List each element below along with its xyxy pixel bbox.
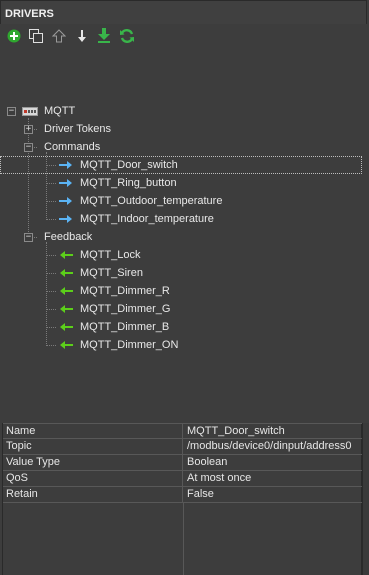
- tree-node-feedback[interactable]: Feedback: [44, 228, 92, 246]
- download-icon[interactable]: [95, 27, 113, 45]
- expand-toggle[interactable]: +: [24, 125, 33, 134]
- properties-grid: Name MQTT_Door_switch Topic /modbus/devi…: [2, 423, 363, 575]
- tree-node-command[interactable]: MQTT_Outdoor_temperature: [80, 192, 222, 210]
- feedback-arrow-icon: [60, 323, 73, 331]
- collapse-toggle[interactable]: −: [24, 233, 33, 242]
- tree-connector: [46, 327, 56, 328]
- tree-connector: [46, 201, 56, 202]
- tree-node-driver-tokens[interactable]: Driver Tokens: [44, 120, 111, 138]
- tree-node-feedback-item[interactable]: MQTT_Dimmer_G: [80, 300, 170, 318]
- move-down-icon[interactable]: [73, 27, 91, 45]
- move-up-icon[interactable]: [50, 27, 68, 45]
- property-row[interactable]: QoS At most once: [3, 471, 363, 487]
- tree-connector: [46, 242, 47, 346]
- property-row[interactable]: Name MQTT_Door_switch: [3, 423, 363, 439]
- property-row[interactable]: Retain False: [3, 487, 363, 503]
- command-arrow-icon: [59, 215, 72, 223]
- property-value[interactable]: Boolean: [185, 455, 365, 470]
- tree-connector: [46, 219, 56, 220]
- feedback-arrow-icon: [60, 251, 73, 259]
- property-row[interactable]: Topic /modbus/device0/dinput/address0: [3, 439, 363, 455]
- property-name: Value Type: [3, 455, 183, 470]
- tree-connector: [46, 309, 56, 310]
- panel-title: DRIVERS: [0, 0, 367, 24]
- property-row[interactable]: Value Type Boolean: [3, 455, 363, 471]
- property-value[interactable]: False: [185, 487, 365, 502]
- property-name: Name: [3, 424, 183, 439]
- tree-node-feedback-item[interactable]: MQTT_Dimmer_R: [80, 282, 170, 300]
- property-value[interactable]: MQTT_Door_switch: [185, 424, 365, 439]
- feedback-arrow-icon: [60, 305, 73, 313]
- tree-node-command[interactable]: MQTT_Ring_button: [80, 174, 177, 192]
- tree-node-mqtt[interactable]: MQTT: [44, 102, 75, 120]
- add-icon[interactable]: [5, 27, 23, 45]
- collapse-toggle[interactable]: −: [7, 107, 16, 116]
- tree-node-command[interactable]: MQTT_Door_switch: [80, 156, 178, 174]
- tree-node-feedback-item[interactable]: MQTT_Dimmer_ON: [80, 336, 178, 354]
- tree-connector: [46, 273, 56, 274]
- feedback-arrow-icon: [60, 341, 73, 349]
- copy-icon[interactable]: [27, 27, 45, 45]
- refresh-icon[interactable]: [118, 27, 136, 45]
- property-name: Topic: [3, 439, 183, 454]
- command-arrow-icon: [59, 197, 72, 205]
- tree-node-command[interactable]: MQTT_Indoor_temperature: [80, 210, 214, 228]
- tree-connector: [46, 255, 56, 256]
- driver-tree: − MQTT + Driver Tokens − Commands MQTT_D…: [0, 48, 369, 422]
- tree-connector: [46, 183, 56, 184]
- property-value[interactable]: At most once: [185, 471, 365, 486]
- property-value[interactable]: /modbus/device0/dinput/address0: [185, 439, 365, 454]
- command-arrow-icon: [59, 161, 72, 169]
- device-icon: [22, 107, 38, 116]
- tree-node-commands[interactable]: Commands: [44, 138, 100, 156]
- command-arrow-icon: [59, 179, 72, 187]
- property-name: QoS: [3, 471, 183, 486]
- selection-outline: [0, 156, 362, 174]
- tree-connector: [28, 118, 29, 240]
- collapse-toggle[interactable]: −: [24, 143, 33, 152]
- feedback-arrow-icon: [60, 287, 73, 295]
- tree-connector: [46, 291, 56, 292]
- property-name: Retain: [3, 487, 183, 502]
- tree-connector: [46, 345, 56, 346]
- tree-node-feedback-item[interactable]: MQTT_Dimmer_B: [80, 318, 169, 336]
- toolbar: [0, 24, 369, 48]
- column-divider: [183, 503, 184, 575]
- feedback-arrow-icon: [60, 269, 73, 277]
- tree-node-feedback-item[interactable]: MQTT_Lock: [80, 246, 141, 264]
- scrollbar[interactable]: [362, 423, 369, 575]
- tree-node-feedback-item[interactable]: MQTT_Siren: [80, 264, 143, 282]
